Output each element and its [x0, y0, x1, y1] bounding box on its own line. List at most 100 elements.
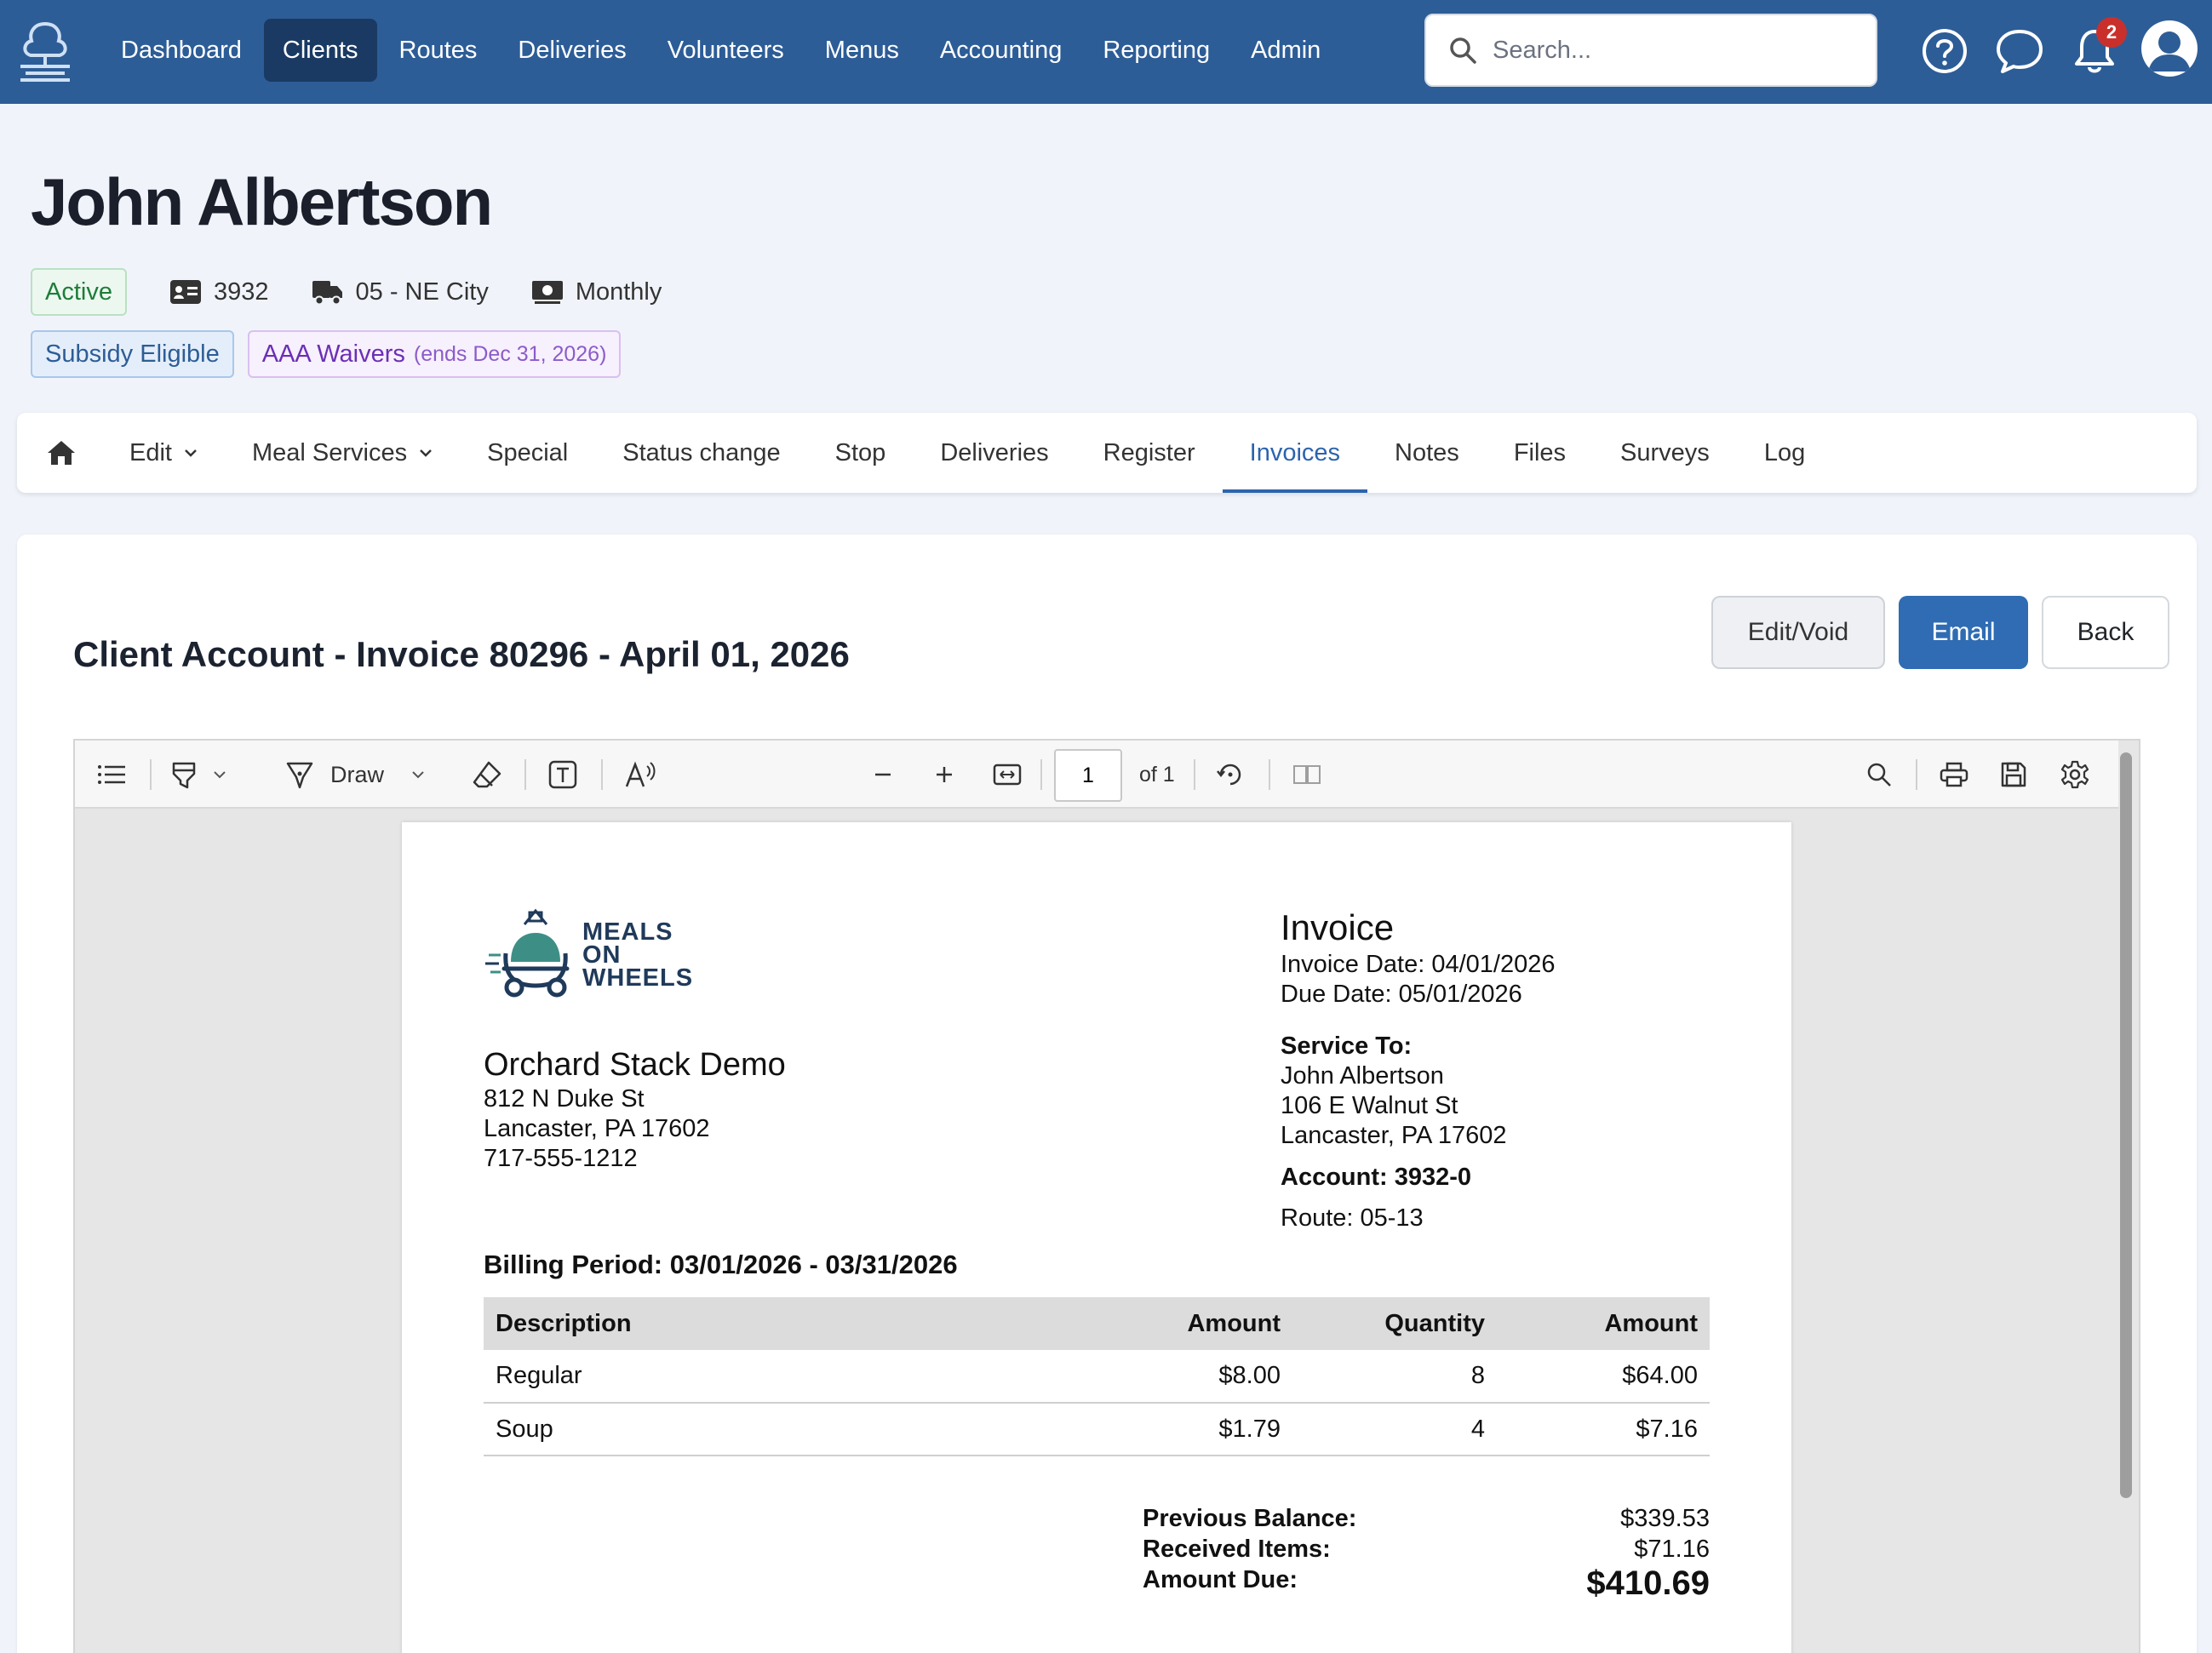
- nav-menus[interactable]: Menus: [806, 19, 918, 82]
- highlight-button[interactable]: [170, 752, 226, 797]
- tab-meal-services[interactable]: Meal Services: [225, 413, 460, 493]
- received-items-label: Received Items:: [1143, 1535, 1331, 1563]
- client-route: 05 - NE City: [312, 278, 489, 306]
- nav-deliveries[interactable]: Deliveries: [499, 19, 645, 82]
- tab-edit[interactable]: Edit: [102, 413, 225, 493]
- tab-files[interactable]: Files: [1487, 413, 1593, 493]
- logo-line-on: ON: [582, 941, 622, 969]
- rotate-button[interactable]: [1216, 752, 1245, 797]
- column-header-quantity: Quantity: [1292, 1297, 1497, 1350]
- service-to-name: John Albertson: [1281, 1062, 1444, 1090]
- row-quantity: 4: [1292, 1403, 1497, 1456]
- email-button[interactable]: Email: [1899, 596, 2028, 669]
- tab-status-change[interactable]: Status change: [595, 413, 807, 493]
- tab-stop[interactable]: Stop: [808, 413, 914, 493]
- page-view-button[interactable]: [1292, 752, 1321, 797]
- tab-invoices[interactable]: Invoices: [1222, 413, 1368, 493]
- print-button[interactable]: [1940, 752, 1968, 797]
- tab-deliveries[interactable]: Deliveries: [913, 413, 1075, 493]
- org-phone: 717-555-1212: [484, 1145, 638, 1172]
- read-aloud-button[interactable]: [625, 752, 656, 797]
- tab-notes[interactable]: Notes: [1367, 413, 1487, 493]
- logo-wordmark: MEALS ON WHEELS: [582, 920, 693, 991]
- invoice-dates: Invoice Date: 04/01/2026 Due Date: 05/01…: [1281, 950, 1555, 1010]
- client-id-value: 3932: [213, 277, 269, 306]
- row-description: Regular: [484, 1350, 1080, 1404]
- page-number-input[interactable]: [1054, 749, 1122, 802]
- org-address-line1: 812 N Duke St: [484, 1085, 645, 1112]
- page-count: of 1: [1139, 762, 1175, 786]
- nav-clients[interactable]: Clients: [263, 19, 377, 82]
- subsidy-eligible-tag: Subsidy Eligible: [31, 330, 234, 378]
- previous-balance-label: Previous Balance:: [1143, 1504, 1357, 1532]
- edit-void-button[interactable]: Edit/Void: [1711, 596, 1885, 669]
- pdf-scrollbar[interactable]: [2120, 752, 2132, 1498]
- fit-width-button[interactable]: [993, 752, 1022, 797]
- org-name: Orchard Stack Demo: [484, 1047, 786, 1083]
- outline-toggle-button[interactable]: [97, 752, 126, 797]
- tab-surveys[interactable]: Surveys: [1593, 413, 1737, 493]
- tab-meal-services-label: Meal Services: [251, 438, 408, 466]
- chevron-down-icon: [185, 449, 197, 457]
- back-button[interactable]: Back: [2042, 596, 2169, 669]
- zoom-in-button[interactable]: [933, 752, 955, 797]
- previous-balance-row: Previous Balance: $339.53: [1143, 1503, 1710, 1534]
- account-number: Account: 3932-0: [1281, 1164, 1472, 1191]
- row-unit-amount: $8.00: [1080, 1350, 1292, 1404]
- save-button[interactable]: [2001, 752, 2026, 797]
- row-description: Soup: [484, 1403, 1080, 1456]
- service-to-address2: Lancaster, PA 17602: [1281, 1122, 1507, 1149]
- status-badge: Active: [31, 268, 127, 316]
- read-aloud-icon: [625, 761, 656, 787]
- pen-nib-icon: [286, 762, 313, 789]
- nav-accounting[interactable]: Accounting: [921, 19, 1081, 82]
- chevron-down-icon: [420, 449, 432, 457]
- app-logo-icon[interactable]: [15, 19, 75, 83]
- nav-dashboard[interactable]: Dashboard: [102, 19, 261, 82]
- service-to-address1: 106 E Walnut St: [1281, 1092, 1458, 1119]
- global-search: [1424, 14, 1877, 87]
- row-unit-amount: $1.79: [1080, 1403, 1292, 1456]
- search-icon: [1450, 37, 1476, 64]
- messages-button[interactable]: [1994, 24, 2045, 78]
- billing-period: Billing Period: 03/01/2026 - 03/31/2026: [484, 1250, 958, 1279]
- previous-balance-value: $339.53: [1620, 1504, 1710, 1532]
- help-button[interactable]: [1919, 24, 1970, 78]
- fit-width-icon: [993, 764, 1022, 786]
- draw-button[interactable]: Draw: [286, 752, 425, 797]
- eraser-icon: [473, 761, 501, 788]
- rotate-icon: [1217, 764, 1241, 786]
- tab-special[interactable]: Special: [460, 413, 595, 493]
- column-header-unit-amount: Amount: [1080, 1297, 1292, 1350]
- invoice-document-page: MEALS ON WHEELS Orchard Stack Demo 812 N…: [402, 822, 1791, 1653]
- received-items-row: Received Items: $71.16: [1143, 1534, 1710, 1564]
- tab-edit-label: Edit: [129, 438, 172, 466]
- nav-volunteers[interactable]: Volunteers: [649, 19, 803, 82]
- client-meta-row: Active 3932 05 - NE City Monthly: [31, 267, 662, 317]
- nav-admin[interactable]: Admin: [1232, 19, 1339, 82]
- user-avatar[interactable]: [2141, 20, 2198, 77]
- zoom-out-button[interactable]: [872, 752, 894, 797]
- tab-home[interactable]: [17, 413, 102, 493]
- find-button[interactable]: [1866, 752, 1892, 797]
- client-name-heading: John Albertson: [31, 164, 493, 239]
- pdf-viewer: Draw of 1: [73, 739, 2140, 1653]
- invoice-date: Invoice Date: 04/01/2026: [1281, 951, 1556, 978]
- minus-icon: [875, 773, 891, 776]
- text-box-button[interactable]: [548, 752, 577, 797]
- settings-button[interactable]: [2060, 752, 2089, 797]
- nav-reporting[interactable]: Reporting: [1084, 19, 1229, 82]
- draw-label: Draw: [330, 761, 385, 787]
- chat-bubble-icon: [1997, 30, 2043, 73]
- eraser-button[interactable]: [472, 752, 502, 797]
- column-header-description: Description: [484, 1297, 1080, 1350]
- aaa-waivers-expiry: (ends Dec 31, 2026): [413, 341, 607, 366]
- nav-routes[interactable]: Routes: [381, 19, 496, 82]
- aaa-waivers-label: AAA Waivers: [261, 340, 405, 368]
- search-input[interactable]: [1493, 36, 1850, 65]
- list-icon: [98, 765, 125, 784]
- tab-log[interactable]: Log: [1737, 413, 1832, 493]
- client-billing: Monthly: [531, 278, 662, 306]
- plus-icon: [937, 767, 952, 782]
- tab-register[interactable]: Register: [1076, 413, 1223, 493]
